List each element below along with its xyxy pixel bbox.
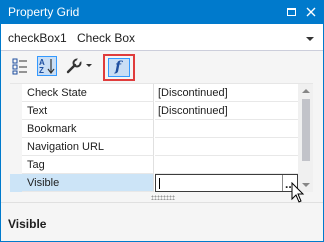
toolbar: A Z [1,51,323,81]
property-value[interactable] [155,120,298,138]
svg-text:Z: Z [39,66,44,75]
property-row-text[interactable]: Text [Discontinued] [10,102,298,120]
property-name: Check State [10,84,154,102]
mouse-cursor-icon [291,181,305,204]
window-title: Property Grid [8,5,80,19]
property-name: Visible [10,174,154,192]
vertical-scrollbar[interactable] [298,84,313,192]
categorized-icon[interactable] [10,56,30,76]
text-caret [159,178,160,189]
alphabetical-sort-icon[interactable]: A Z [37,56,57,76]
title-bar: Property Grid [1,1,323,24]
function-button-highlight: f [103,54,135,81]
scrollbar-thumb[interactable] [302,99,310,161]
property-row-navigation-url[interactable]: Navigation URL [10,138,298,156]
description-panel: Visible [1,202,323,241]
object-type: Check Box [77,31,136,45]
property-value[interactable]: [Discontinued] [155,102,298,120]
property-grid-window: Property Grid checkBox1 Check Box A Z f … [0,0,324,242]
property-row-check-state[interactable]: Check State [Discontinued] [10,84,298,102]
property-value[interactable]: [Discontinued] [155,84,298,102]
wrench-dropdown-icon[interactable] [85,56,93,76]
property-name: Bookmark [10,120,154,138]
property-name: Tag [10,156,154,174]
property-value[interactable] [155,156,298,174]
close-icon[interactable] [304,5,318,19]
chevron-down-icon[interactable] [306,37,314,41]
object-selector[interactable]: checkBox1 Check Box [1,24,323,51]
property-row-tag[interactable]: Tag [10,156,298,174]
property-value[interactable] [155,138,298,156]
property-value-editor[interactable]: ... [155,174,298,192]
function-icon[interactable]: f [108,58,130,77]
description-title: Visible [8,217,47,231]
scroll-up-icon[interactable] [302,89,310,93]
property-name: Text [10,102,154,120]
object-name: checkBox1 [8,31,67,45]
property-row-visible[interactable]: Visible ... [10,174,298,192]
wrench-icon[interactable] [64,56,84,76]
property-table: Check State [Discontinued] Text [Discont… [10,83,313,192]
property-row-bookmark[interactable]: Bookmark [10,120,298,138]
property-name: Navigation URL [10,138,154,156]
pin-icon[interactable] [285,5,299,19]
splitter-grip-icon[interactable] [151,195,175,200]
description-splitter[interactable] [1,193,323,201]
